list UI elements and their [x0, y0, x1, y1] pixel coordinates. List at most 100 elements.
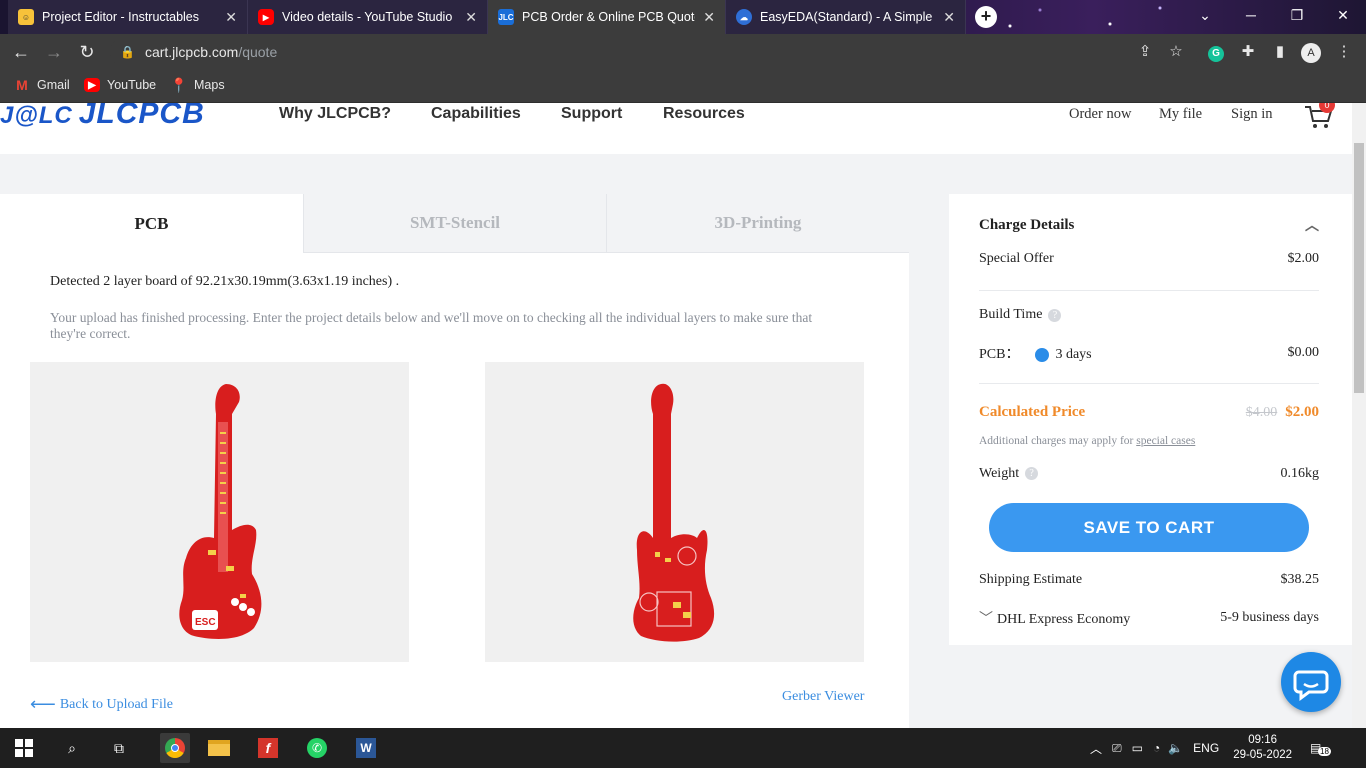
bookmark-maps[interactable]: 📍 Maps [170, 77, 224, 93]
chrome-icon[interactable] [160, 733, 190, 763]
live-chat-button[interactable] [1281, 652, 1341, 712]
wifi-icon[interactable]: ◔ [1153, 741, 1160, 755]
notification-count-badge: 18 [1318, 747, 1331, 756]
save-to-cart-button[interactable]: SAVE TO CART [989, 503, 1309, 552]
grammarly-icon[interactable]: G [1206, 42, 1226, 62]
additional-charges-row: Additional charges may apply for special… [979, 435, 1319, 447]
nav-capabilities[interactable]: Capabilities [431, 103, 521, 124]
calculated-price-label: Calculated Price [979, 404, 1086, 420]
nav-why-jlcpcb[interactable]: Why JLCPCB? [279, 103, 391, 124]
guitar-pcb-top-image: ESC [179, 384, 262, 639]
tab-search-icon[interactable]: ⌄ [1182, 0, 1228, 30]
nav-resources[interactable]: Resources [663, 103, 745, 124]
side-panel-icon[interactable]: ▮ [1270, 42, 1290, 62]
profile-avatar-icon[interactable]: A [1301, 42, 1321, 63]
shipping-method-row[interactable]: ﹀ DHL Express Economy 5-9 business days [979, 608, 1319, 628]
fritzing-app-icon[interactable]: f [256, 736, 280, 760]
detected-board-text: Detected 2 layer board of 92.21x30.19mm(… [50, 274, 400, 289]
clock-date: 29-05-2022 [1233, 749, 1293, 761]
tab-smt-stencil[interactable]: SMT-Stencil [303, 194, 606, 253]
clock[interactable]: 09:16 29-05-2022 [1233, 733, 1292, 763]
bookmark-youtube[interactable]: ▶ YouTube [84, 78, 156, 92]
pcb-top-preview[interactable]: ESC [30, 362, 409, 662]
processing-finished-text: Your upload has finished processing. Ent… [50, 310, 813, 341]
search-icon[interactable]: ⌕ [60, 736, 84, 760]
menu-kebab-icon[interactable]: ⋮ [1334, 42, 1354, 62]
browser-tab-instructables[interactable]: ☺ Project Editor - Instructables ✕ [8, 0, 248, 34]
network-icon[interactable]: ⎚ [1112, 741, 1122, 756]
charge-details-header[interactable]: Charge Details ︿ [979, 215, 1319, 235]
back-arrow-icon[interactable]: ← [8, 40, 34, 64]
scrollbar-thumb[interactable] [1354, 143, 1364, 393]
gerber-viewer-link[interactable]: Gerber Viewer [782, 689, 864, 705]
bookmark-label: Gmail [37, 78, 70, 92]
special-cases-link[interactable]: special cases [1136, 435, 1195, 447]
browser-tab-youtube-studio[interactable]: ▶ Video details - YouTube Studio ✕ [248, 0, 488, 34]
youtube-icon: ▶ [84, 78, 100, 92]
language-indicator[interactable]: ENG [1193, 741, 1219, 755]
charge-details-panel: Charge Details ︿ Special Offer $2.00 Bui… [949, 194, 1352, 645]
nav-order-now[interactable]: Order now [1069, 106, 1131, 123]
pcb-bottom-preview[interactable] [485, 362, 864, 662]
url-bar[interactable]: 🔒 cart.jlcpcb.com/quote [110, 38, 1200, 66]
guitar-pcb-bottom-image [633, 383, 715, 642]
jlcpcb-icon: JLC [498, 9, 514, 25]
help-question-icon[interactable]: ? [1048, 308, 1062, 322]
chat-icon [1293, 670, 1329, 701]
new-tab-button[interactable]: + [975, 6, 997, 28]
site-header: J@LC JLCPCB Why JLCPCB? Capabilities Supp… [0, 103, 1352, 154]
reload-icon[interactable]: ↻ [74, 40, 100, 64]
browser-tab-jlcpcb[interactable]: JLC PCB Order & Online PCB Quote & PCB ✕ [488, 0, 726, 34]
address-toolbar: ← → ↻ 🔒 cart.jlcpcb.com/quote ⇪ ☆ G ✚ ▮ … [0, 34, 1366, 70]
notification-icon[interactable]: ▤ 18 [1310, 741, 1331, 756]
close-icon[interactable]: ✕ [943, 9, 955, 26]
weight-label: Weight [979, 466, 1020, 481]
browser-tab-easyeda[interactable]: ☁ EasyEDA(Standard) - A Simple and Power… [726, 0, 966, 34]
bookmarks-bar: M Gmail ▶ YouTube 📍 Maps [0, 70, 1366, 103]
whatsapp-icon[interactable]: ✆ [305, 736, 329, 760]
battery-icon[interactable]: ▭ [1132, 741, 1143, 755]
tab-3d-printing[interactable]: 3D-Printing [606, 194, 909, 253]
shipping-estimate-label: Shipping Estimate [979, 572, 1083, 587]
close-icon[interactable]: ✕ [225, 9, 237, 26]
share-icon[interactable]: ⇪ [1135, 42, 1155, 62]
task-view-icon[interactable]: ⧉ [107, 736, 131, 760]
forward-arrow-icon[interactable]: → [41, 40, 67, 64]
close-window-button[interactable]: ✕ [1320, 0, 1366, 30]
weight-row: Weight? 0.16kg [979, 466, 1319, 482]
dhl-days: 5-9 business days [1220, 610, 1319, 625]
old-price: $4.00 [1245, 405, 1278, 420]
tab-pcb[interactable]: PCB [0, 194, 303, 253]
close-icon[interactable]: ✕ [703, 9, 715, 26]
windows-start-icon[interactable] [12, 736, 36, 760]
build-time-radio[interactable] [1035, 347, 1050, 362]
nav-support[interactable]: Support [561, 103, 622, 124]
bookmark-gmail[interactable]: M Gmail [14, 77, 70, 93]
browser-tabstrip: ☺ Project Editor - Instructables ✕ ▶ Vid… [0, 0, 1366, 34]
help-question-icon[interactable]: ? [1025, 467, 1039, 481]
jlcpcb-logo[interactable]: J@LC JLCPCB [0, 103, 205, 131]
special-offer-label: Special Offer [979, 251, 1054, 266]
special-offer-row: Special Offer $2.00 [979, 251, 1319, 267]
chevron-up-icon[interactable]: ︿ [1090, 740, 1102, 757]
back-to-upload-link[interactable]: ⟵ Back to Upload File [30, 694, 173, 715]
nav-my-file[interactable]: My file [1159, 106, 1202, 123]
close-icon[interactable]: ✕ [465, 9, 477, 26]
url-path: /quote [238, 44, 278, 60]
minimize-button[interactable]: ─ [1228, 0, 1274, 30]
svg-text:ESC: ESC [195, 617, 216, 628]
arrow-left-icon: ⟵ [30, 694, 56, 714]
extensions-puzzle-icon[interactable]: ✚ [1238, 42, 1258, 62]
restore-button[interactable]: ❐ [1274, 0, 1320, 30]
pcb-label: PCB： [979, 347, 1020, 362]
youtube-icon: ▶ [258, 9, 274, 25]
page-scrollbar[interactable] [1352, 103, 1366, 728]
nav-sign-in[interactable]: Sign in [1231, 106, 1273, 123]
calculated-price-row: Calculated Price $4.00 $2.00 [979, 404, 1319, 421]
chevron-up-icon[interactable]: ︿ [1305, 215, 1319, 235]
volume-icon[interactable]: 🔈 [1168, 741, 1183, 755]
word-icon[interactable]: W [354, 736, 378, 760]
file-explorer-icon[interactable] [207, 736, 231, 760]
chevron-down-icon[interactable]: ﹀ [979, 612, 993, 627]
bookmark-star-icon[interactable]: ☆ [1166, 42, 1186, 62]
